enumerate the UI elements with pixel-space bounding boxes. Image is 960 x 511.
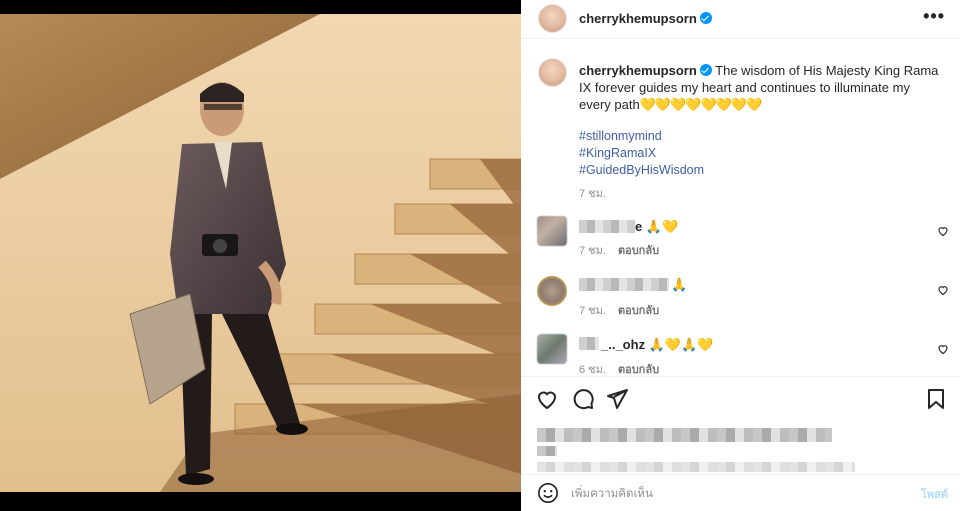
heart-icon[interactable] — [535, 387, 559, 411]
post-photo[interactable] — [0, 14, 521, 492]
add-comment-bar: โพสต์ — [521, 474, 960, 511]
emoji-icon[interactable] — [537, 482, 559, 504]
post-button[interactable]: โพสต์ — [921, 485, 948, 503]
comment-item: e 🙏💛 7 ชม. ตอบกลับ — [521, 208, 960, 258]
comment-icon[interactable] — [571, 387, 595, 411]
comment-item: 🙏 7 ชม. ตอบกลับ — [521, 267, 960, 317]
hashtag-list: #stillonmymind #KingRamaIX #GuidedByHisW… — [579, 128, 704, 179]
photo-illustration — [0, 14, 521, 492]
comment-item: _.._ohz 🙏💛🙏💛 6 ชม. ตอบกลับ — [521, 326, 960, 376]
post-sidebar: cherrykhemupsorn ••• cherrykhemupsorn Th… — [521, 0, 960, 511]
comment-username[interactable]: _.._ohz 🙏💛🙏💛 — [601, 337, 713, 353]
redacted-username — [579, 220, 635, 233]
heart-icon[interactable] — [937, 343, 949, 355]
redacted-likes-line — [537, 428, 832, 442]
hashtag-link[interactable]: #KingRamaIX — [579, 145, 704, 162]
reply-button[interactable]: ตอบกลับ — [618, 364, 659, 376]
comment-username[interactable]: e 🙏💛 — [635, 219, 678, 235]
commenter-avatar[interactable] — [537, 276, 567, 306]
heart-icon[interactable] — [937, 284, 949, 296]
bookmark-icon[interactable] — [924, 387, 948, 411]
comment-username[interactable]: 🙏 — [671, 277, 687, 293]
redacted-date-line — [537, 462, 855, 472]
hashtag-link[interactable]: #GuidedByHisWisdom — [579, 162, 704, 179]
redacted-likes-line — [537, 446, 557, 456]
verified-icon — [699, 12, 712, 24]
redacted-username — [579, 337, 599, 350]
post-caption: cherrykhemupsorn The wisdom of His Majes… — [579, 62, 944, 113]
comment-input[interactable] — [571, 483, 901, 503]
share-icon[interactable] — [605, 387, 629, 411]
caption-avatar[interactable] — [538, 58, 567, 87]
author-avatar[interactable] — [538, 4, 567, 33]
reply-button[interactable]: ตอบกลับ — [618, 245, 659, 257]
commenter-avatar[interactable] — [537, 334, 567, 364]
comment-meta: 7 ชม. ตอบกลับ — [579, 245, 660, 257]
action-bar — [521, 376, 960, 420]
author-username[interactable]: cherrykhemupsorn — [579, 11, 712, 26]
caption-username[interactable]: cherrykhemupsorn — [579, 63, 697, 78]
heart-icon[interactable] — [937, 225, 949, 237]
caption-emojis: 💛💛💛💛💛💛💛💛 — [639, 97, 762, 112]
commenter-avatar[interactable] — [537, 216, 567, 246]
instagram-post: cherrykhemupsorn ••• cherrykhemupsorn Th… — [0, 0, 960, 511]
hashtag-link[interactable]: #stillonmymind — [579, 128, 704, 145]
post-media[interactable] — [0, 0, 521, 511]
verified-icon — [699, 64, 712, 76]
post-header: cherrykhemupsorn ••• — [521, 0, 960, 39]
caption-time: 7 ชม. — [579, 188, 606, 200]
reply-button[interactable]: ตอบกลับ — [618, 305, 659, 317]
more-options-icon[interactable]: ••• — [923, 6, 945, 27]
redacted-username — [579, 278, 669, 291]
comment-meta: 7 ชม. ตอบกลับ — [579, 305, 660, 317]
